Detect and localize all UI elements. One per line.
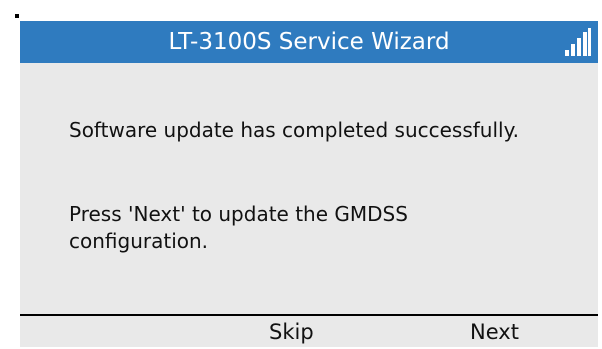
update-complete-message: Software update has completed successful… <box>69 118 519 142</box>
title-bar: LT-3100S Service Wizard <box>20 21 598 63</box>
next-step-message: Press 'Next' to update the GMDSS configu… <box>69 202 408 253</box>
skip-softkey[interactable]: Skip <box>269 315 369 347</box>
signal-strength-icon <box>565 28 591 56</box>
wizard-screen: LT-3100S Service Wizard Software update … <box>20 21 598 347</box>
next-softkey[interactable]: Next <box>470 315 580 347</box>
wizard-title: LT-3100S Service Wizard <box>168 29 450 55</box>
corner-marker <box>15 14 19 18</box>
